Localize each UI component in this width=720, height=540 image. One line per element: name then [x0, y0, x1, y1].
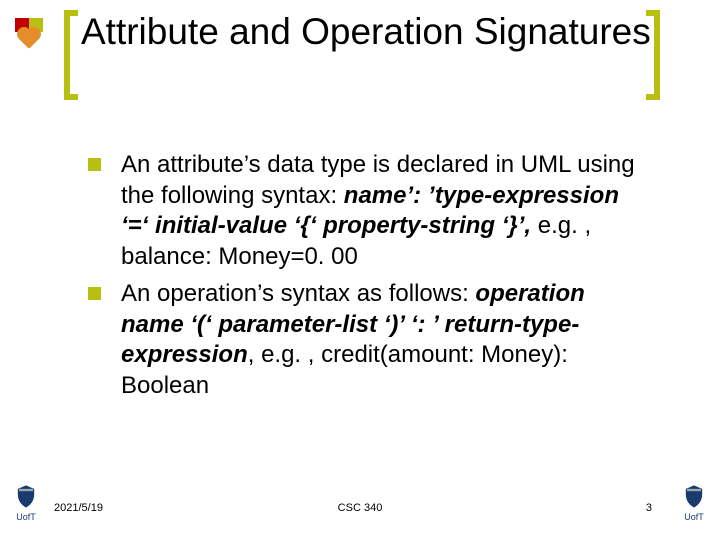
title-row: Attribute and Operation Signatures	[15, 10, 660, 54]
crest-left: UofT	[6, 483, 46, 522]
bullet-lead: An operation’s syntax as follows:	[121, 280, 475, 307]
footer: UofT 2021/5/19 CSC 340 3 UofT	[0, 486, 720, 526]
crest-icon	[680, 483, 708, 511]
footer-page: 3	[646, 502, 652, 514]
bullet-icon	[88, 158, 101, 171]
list-item-text: An operation’s syntax as follows: operat…	[121, 279, 650, 402]
bullet-icon	[88, 287, 101, 300]
crest-right: UofT	[674, 483, 714, 522]
bullet-list: An attribute’s data type is declared in …	[88, 150, 650, 408]
crest-label: UofT	[684, 512, 704, 522]
slide-title: Attribute and Operation Signatures	[63, 10, 651, 54]
crest-label: UofT	[16, 512, 36, 522]
footer-course: CSC 340	[338, 502, 383, 514]
list-item-text: An attribute’s data type is declared in …	[121, 150, 650, 273]
footer-date: 2021/5/19	[54, 502, 103, 514]
crest-icon	[12, 483, 40, 511]
ornament-icon	[15, 12, 63, 52]
list-item: An attribute’s data type is declared in …	[88, 150, 650, 273]
list-item: An operation’s syntax as follows: operat…	[88, 279, 650, 402]
